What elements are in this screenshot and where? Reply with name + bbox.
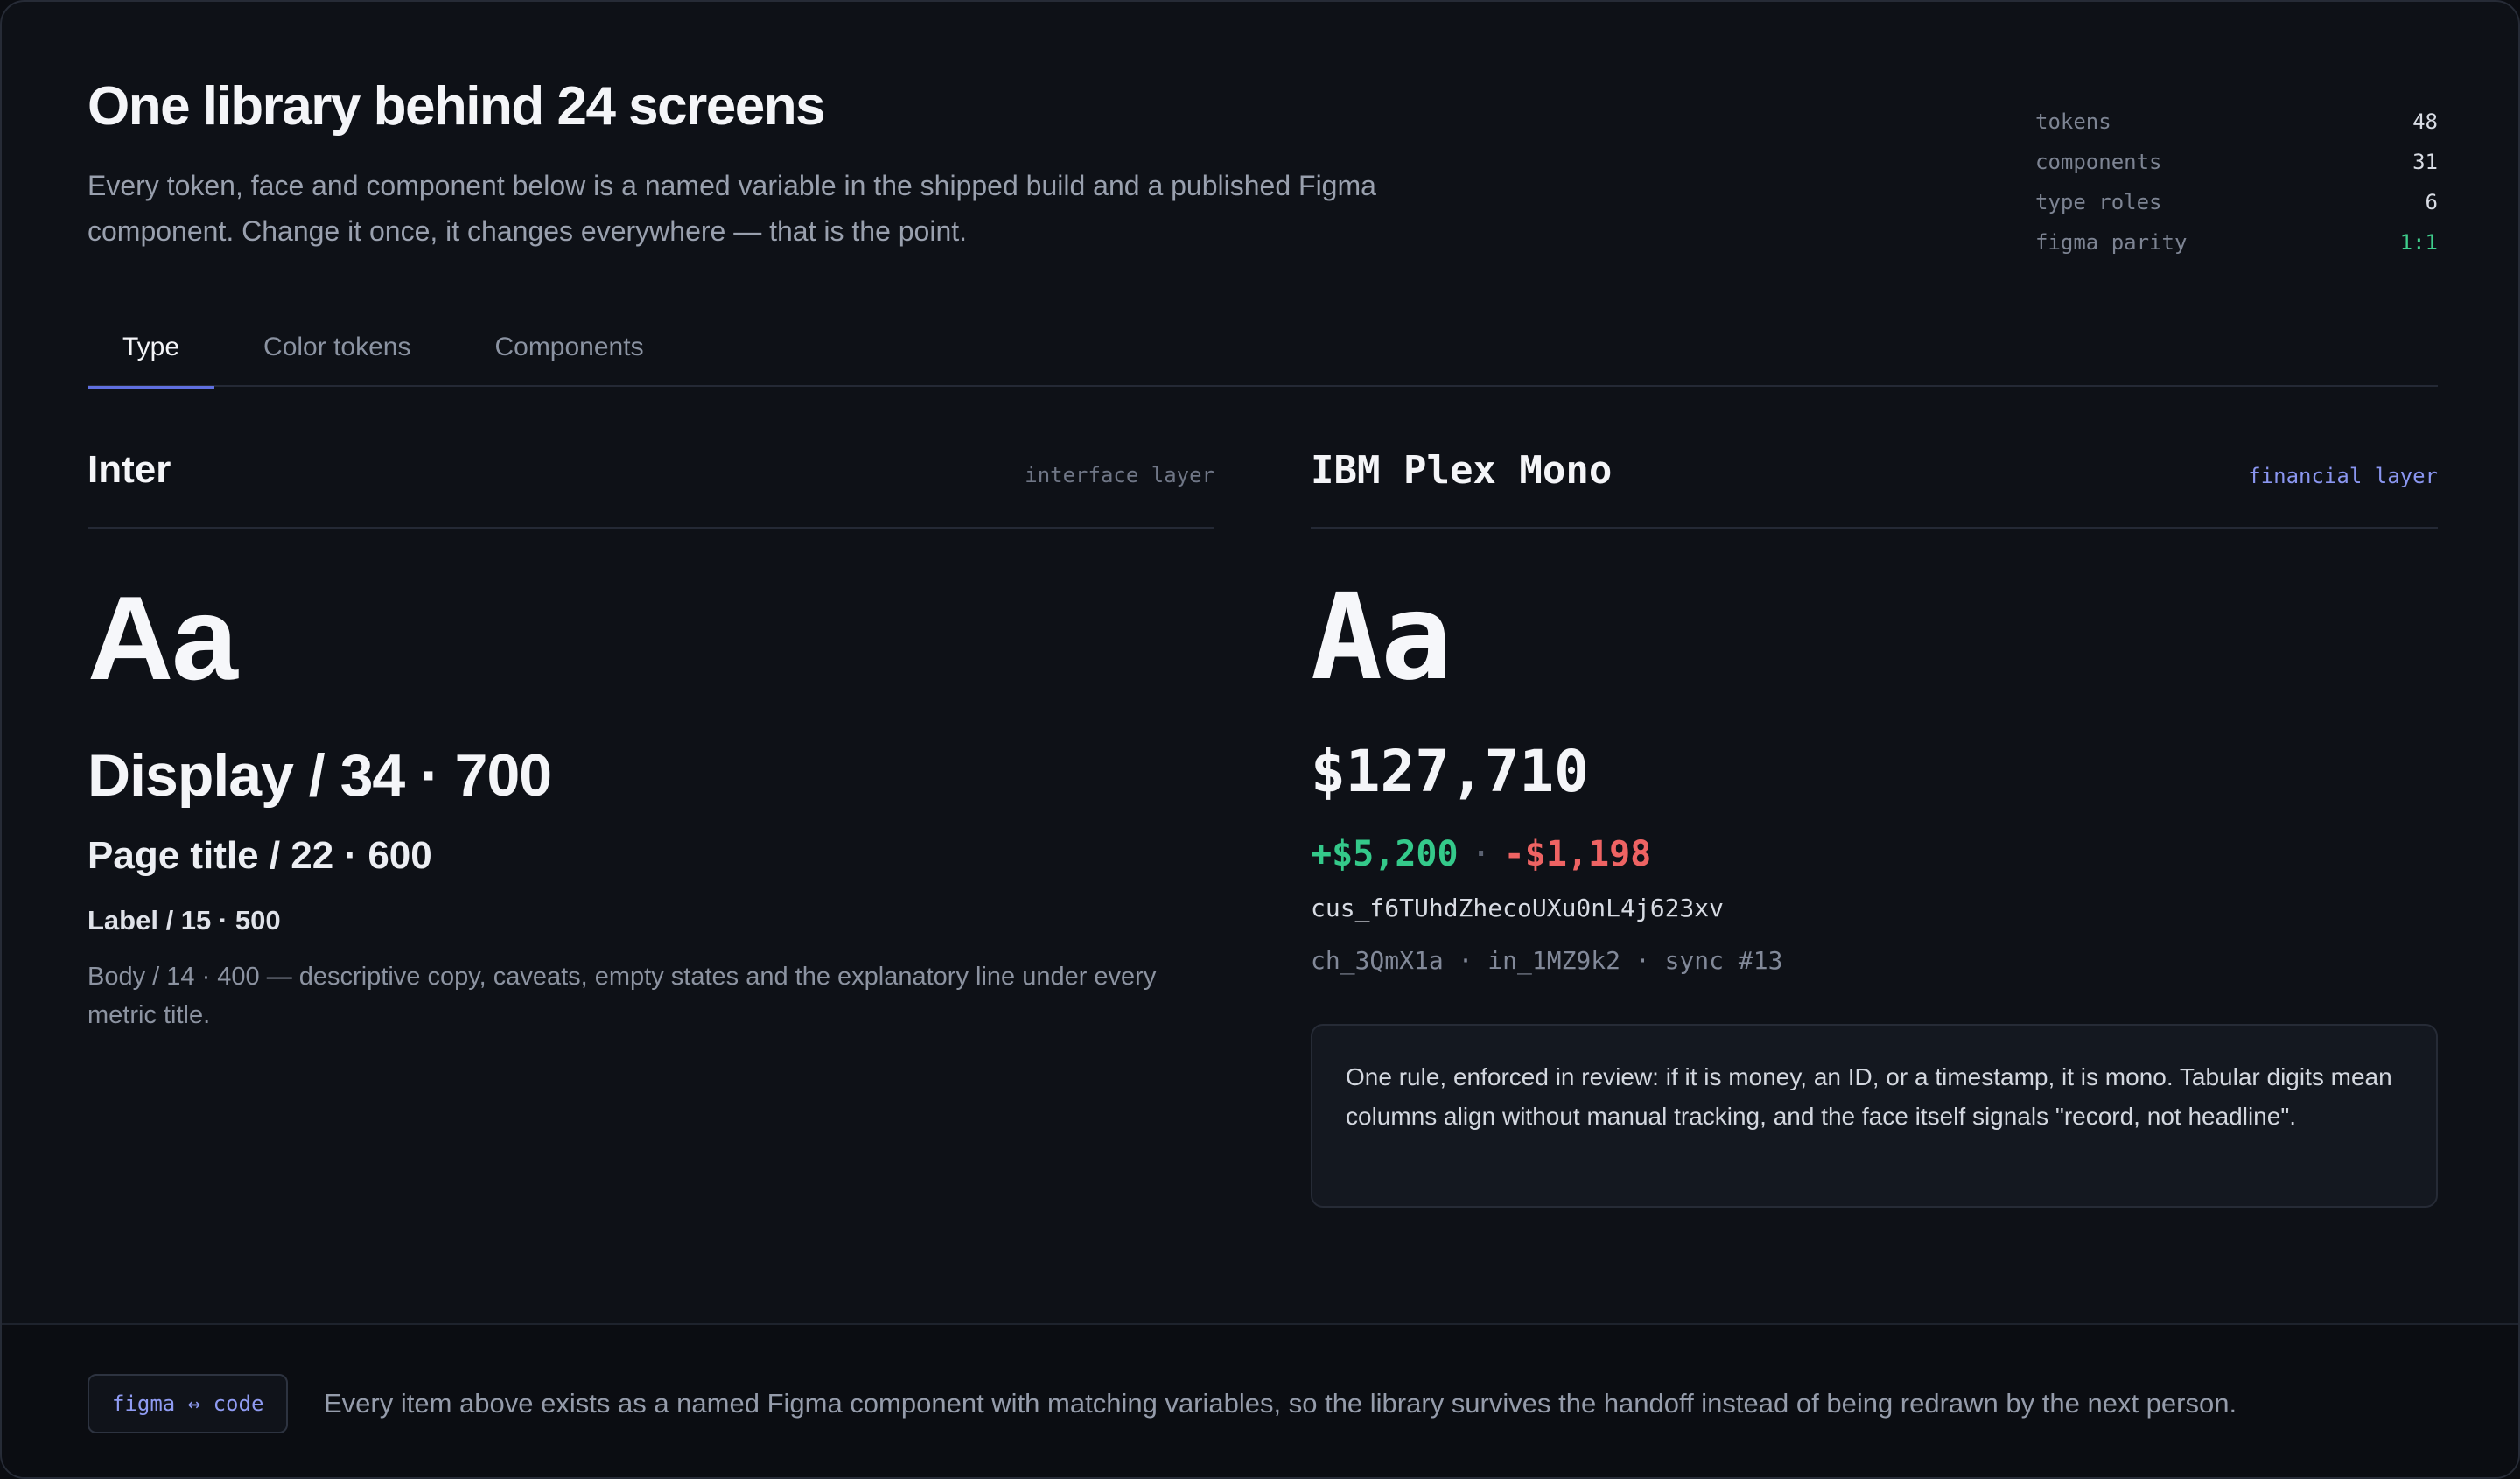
stat-row-components: components 31: [2035, 142, 2438, 182]
amount-sample: $127,710: [1311, 738, 1589, 805]
stats-list: tokens 48 components 31 type roles 6 fig…: [2035, 102, 2438, 263]
header: One library behind 24 screens Every toke…: [88, 72, 1488, 254]
tab-bar: Type Color tokens Components: [88, 308, 2438, 389]
tab-components[interactable]: Components: [459, 308, 678, 387]
delta-separator: ·: [1470, 834, 1492, 874]
inter-column: Inter interface layer Aa Display / 34 · …: [88, 448, 1214, 1034]
stat-key: components: [2035, 150, 2162, 174]
typeface-name: Inter: [88, 448, 172, 491]
footer-text: Every item above exists as a named Figma…: [324, 1388, 2237, 1419]
customer-id-sample: cus_f6TUhdZhecoUXu0nL4j623xv: [1311, 894, 1725, 922]
tab-type[interactable]: Type: [88, 308, 215, 389]
stat-row-figma-parity: figma parity 1:1: [2035, 222, 2438, 263]
plex-header: IBM Plex Mono financial layer: [1311, 448, 2438, 529]
mono-rule-note: One rule, enforced in review: if it is m…: [1311, 1024, 2438, 1208]
label-sample: Label / 15 · 500: [88, 905, 281, 936]
negative-delta: -$1,198: [1503, 834, 1652, 874]
stat-key: tokens: [2035, 109, 2111, 134]
typeface-name: IBM Plex Mono: [1311, 448, 1613, 493]
type-specimen: Aa: [1311, 569, 1452, 707]
delta-sample: +$5,200 · -$1,198: [1311, 831, 2438, 877]
stat-value: 6: [2425, 190, 2438, 214]
plex-column: IBM Plex Mono financial layer Aa $127,71…: [1311, 448, 2438, 1208]
stat-value: 31: [2412, 150, 2438, 174]
stat-key: type roles: [2035, 190, 2162, 214]
page-subtitle: Every token, face and component below is…: [88, 170, 1376, 247]
display-sample: Display / 34 · 700: [88, 742, 552, 809]
layer-tag: financial layer: [2248, 464, 2438, 488]
body-sample: Body / 14 · 400 — descriptive copy, cave…: [88, 963, 1157, 1029]
stat-value: 1:1: [2399, 230, 2438, 255]
layer-tag: interface layer: [1025, 463, 1214, 487]
stat-key: figma parity: [2035, 230, 2188, 255]
figma-code-badge: figma ↔ code: [88, 1374, 289, 1433]
page-title: One library behind 24 screens: [88, 76, 826, 137]
type-specimen: Aa: [88, 571, 238, 704]
stat-value: 48: [2412, 109, 2438, 134]
tab-color-tokens[interactable]: Color tokens: [228, 308, 445, 387]
page-title-sample: Page title / 22 · 600: [88, 834, 432, 877]
stat-row-tokens: tokens 48: [2035, 102, 2438, 142]
inter-header: Inter interface layer: [88, 448, 1214, 529]
positive-delta: +$5,200: [1311, 834, 1459, 874]
footer: figma ↔ code Every item above exists as …: [2, 1323, 2518, 1477]
library-panel: One library behind 24 screens Every toke…: [0, 0, 2520, 1479]
stat-row-type-roles: type roles 6: [2035, 182, 2438, 222]
reference-ids-sample: ch_3QmX1a · in_1MZ9k2 · sync #13: [1311, 946, 1783, 975]
